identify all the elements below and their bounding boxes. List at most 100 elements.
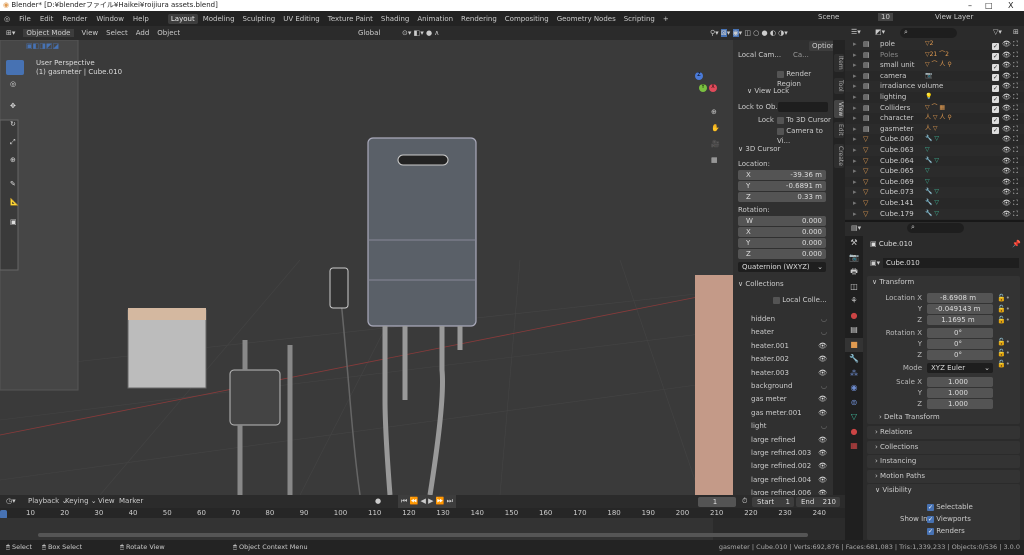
outliner-item[interactable]: ▸ ▤ gasmeter 人 ▽ ✓ 👁 ⛶ (845, 123, 1024, 135)
tab-create[interactable]: Create (834, 144, 844, 168)
camera-render-icon[interactable]: ⛶ (1013, 145, 1018, 156)
output-tab-icon[interactable]: 🖶 (845, 265, 863, 280)
cursor-w-field[interactable]: W 0.000 (738, 216, 826, 226)
outliner-item-name[interactable]: Cube.064 (880, 156, 914, 167)
cursor-rot-z-field[interactable]: Z 0.000 (738, 249, 826, 259)
menu-playback[interactable]: Playback ⌄ (28, 495, 67, 508)
outliner-item[interactable]: ▸ ▤ camera 📷 ✓ 👁 ⛶ (845, 71, 1024, 82)
eye-icon[interactable]: 👁 (1002, 198, 1011, 209)
cursor-z-field[interactable]: Z 0.33 m (738, 192, 826, 202)
tab-geometry-nodes[interactable]: Geometry Nodes (554, 14, 619, 24)
add-cube-tool[interactable]: ▣ (10, 218, 17, 226)
collection-visibility-item[interactable]: large refined.002 👁 (751, 461, 829, 471)
filter-collection-icon[interactable]: ◩▾ (875, 28, 885, 36)
collection-visibility-item[interactable]: large refined.003 👁 (751, 448, 829, 458)
tab-sculpting[interactable]: Sculpting (240, 14, 279, 24)
cursor-rot-y-field[interactable]: Y 0.000 (738, 238, 826, 248)
object-type-icon[interactable]: ▣▾ (870, 259, 880, 267)
outliner-item-name[interactable]: Cube.065 (880, 166, 914, 177)
pivot-icon[interactable]: ⊙▾ ◧▾ ● ∧ (402, 29, 439, 37)
menu-window[interactable]: Window (96, 15, 124, 23)
menu-view[interactable]: View (82, 29, 99, 37)
expand-arrow-icon[interactable]: ▸ (853, 198, 857, 209)
current-frame-field[interactable]: 1 (698, 497, 736, 507)
close-button[interactable]: X (1008, 0, 1013, 11)
stopwatch-icon[interactable]: ⏱ (742, 495, 747, 508)
menu-marker[interactable]: Marker (119, 495, 143, 508)
cursor-rot-x-field[interactable]: X 0.000 (738, 227, 826, 237)
gizmo-x-axis[interactable]: X (709, 84, 717, 92)
expand-arrow-icon[interactable]: ▸ (853, 177, 857, 188)
outliner-item[interactable]: ▸ ▤ irradiance volume ✓ 👁 ⛶ (845, 81, 1024, 92)
tab-animation[interactable]: Animation (414, 14, 456, 24)
scene-count[interactable]: 10 (878, 13, 893, 21)
record-button[interactable]: ● (375, 495, 381, 508)
outliner-item[interactable]: ▸ ▽ Cube.073 🔧 ▽ 👁 ⛶ (845, 187, 1024, 198)
texture-tab-icon[interactable]: ▦ (845, 439, 863, 454)
scale-y-field[interactable]: 1.000 (927, 388, 993, 398)
scale-tool[interactable]: ⤢ (10, 138, 16, 147)
pin-icon[interactable]: 📌 (1012, 240, 1021, 248)
move-tool[interactable]: ✥ (10, 102, 16, 110)
eye-icon[interactable]: 👁 (818, 461, 827, 471)
outliner-item[interactable]: ▸ ▽ Cube.064 🔧 ▽ 👁 ⛶ (845, 156, 1024, 167)
collection-tab-icon[interactable]: ▤ (845, 323, 863, 338)
expand-arrow-icon[interactable]: ▸ (853, 81, 857, 92)
outliner-item-name[interactable]: Colliders (880, 103, 910, 114)
collection-visibility-item[interactable]: hidden ◡ (751, 314, 829, 324)
eye-icon[interactable]: 👁 (1002, 187, 1011, 198)
maximize-button[interactable]: □ (985, 0, 993, 11)
eye-icon[interactable]: 👁 (1002, 124, 1011, 135)
object-tab-icon[interactable]: ■ (845, 337, 863, 352)
collection-visibility-item[interactable]: background ◡ (751, 381, 829, 391)
outliner-search-input[interactable]: ⌕ (900, 28, 957, 38)
expand-arrow-icon[interactable]: ▸ (853, 113, 857, 124)
eye-icon[interactable]: 👁 (1002, 177, 1011, 188)
tab-item[interactable]: Item (834, 54, 844, 72)
eye-icon[interactable]: 👁 (818, 448, 827, 458)
frame-ruler[interactable]: 10 20 30 40 50 60 70 80 90 100 110 120 130 140 150 160 1… (0, 508, 845, 518)
display-mode-icon[interactable]: ☰▾ (851, 28, 861, 36)
scene-selector[interactable]: Scene (818, 13, 839, 21)
grid-ortho-icon[interactable]: ▦ (711, 152, 720, 168)
particles-tab-icon[interactable]: ⁂ (845, 367, 863, 382)
outliner-item-name[interactable]: Cube.179 (880, 209, 914, 220)
camera-render-icon[interactable]: ⛶ (1013, 81, 1018, 92)
camera-render-icon[interactable]: ⛶ (1013, 39, 1018, 50)
tab-compositing[interactable]: Compositing (502, 14, 552, 24)
end-frame-field[interactable]: End 210 (796, 497, 840, 507)
tab-rendering[interactable]: Rendering (458, 14, 500, 24)
shading-buttons[interactable]: ⚲▾ ⊠▾ ◉▾ ◫ ○ ● ◐ ◑▾ (710, 29, 788, 37)
tab-scripting[interactable]: Scripting (621, 14, 658, 24)
expand-arrow-icon[interactable]: ▸ (853, 39, 857, 50)
outliner-item-name[interactable]: Cube.063 (880, 145, 914, 156)
expand-arrow-icon[interactable]: ▸ (853, 166, 857, 177)
collection-visibility-item[interactable]: large refined 👁 (751, 435, 829, 445)
selectable-checkbox[interactable]: ✓ Selectable (927, 502, 973, 512)
annotate-tool[interactable]: ✎ (10, 180, 16, 188)
properties-editor-type-icon[interactable]: ▤▾ (851, 224, 861, 232)
lock-icons[interactable]: 🔓• 🔓• 🔓• 🔓• 🔓• 🔓• (997, 293, 1010, 370)
gizmo-z-axis[interactable]: Z (695, 72, 703, 80)
camera-render-icon[interactable]: ⛶ (1013, 198, 1018, 209)
eye-closed-icon[interactable]: ◡ (821, 327, 827, 337)
camera-render-icon[interactable]: ⛶ (1013, 50, 1018, 61)
eye-closed-icon[interactable]: ◡ (821, 421, 827, 431)
camera-render-icon[interactable]: ⛶ (1013, 187, 1018, 198)
menu-add[interactable]: Add (136, 29, 150, 37)
menu-render[interactable]: Render (62, 15, 87, 23)
tab-tool[interactable]: Tool (834, 78, 844, 94)
outliner-item-name[interactable]: camera (880, 71, 906, 82)
collections-header[interactable]: ∨ Collections (738, 279, 784, 289)
eye-icon[interactable]: 👁 (818, 341, 827, 351)
outliner-item[interactable]: ▸ ▤ Colliders ▽ ⌒ ▦ ✓ 👁 ⛶ (845, 102, 1024, 114)
outliner-item-name[interactable]: Cube.069 (880, 177, 914, 188)
delta-transform-header[interactable]: › Delta Transform (879, 413, 940, 421)
measure-tool[interactable]: 📐 (10, 198, 19, 206)
render-tab-icon[interactable]: 📷 (845, 251, 863, 266)
outliner-item[interactable]: ▸ ▽ Cube.179 🔧 ▽ 👁 ⛶ (845, 208, 1024, 220)
camera-render-icon[interactable]: ⛶ (1013, 166, 1018, 177)
eye-icon[interactable]: 👁 (1002, 81, 1011, 92)
menu-keying[interactable]: Keying ⌄ (65, 495, 97, 508)
motion-paths-section[interactable]: › Motion Paths (867, 470, 1020, 483)
